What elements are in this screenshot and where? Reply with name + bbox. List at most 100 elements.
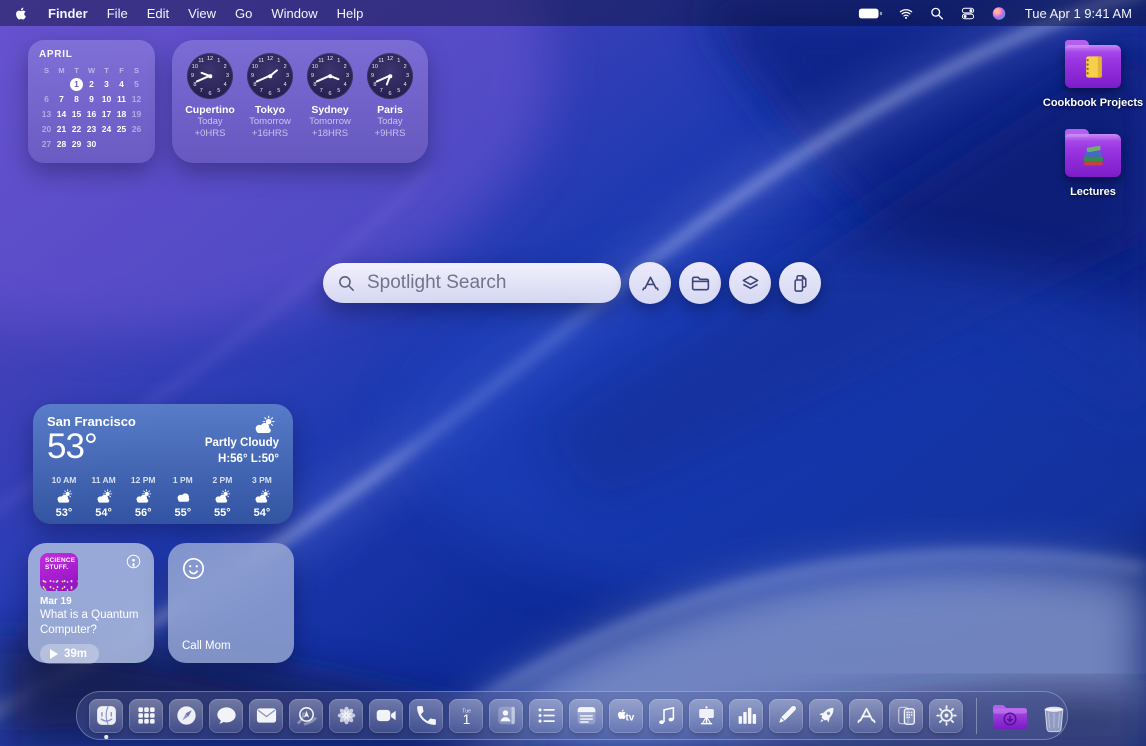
dock-games[interactable]	[809, 699, 843, 733]
wifi-icon[interactable]	[898, 6, 914, 21]
podcast-episode-title: What is a Quantum Computer?	[40, 608, 142, 638]
control-center-icon[interactable]	[960, 6, 976, 21]
search-icon[interactable]	[929, 6, 945, 21]
clock-numeral: 1	[217, 58, 220, 64]
dock-keynote[interactable]	[689, 699, 723, 733]
clock-city-label: Sydney	[301, 104, 359, 116]
cloud-sun-icon	[249, 488, 275, 505]
dock-reminders[interactable]	[529, 699, 563, 733]
clock-numeral: 10	[252, 64, 258, 70]
clock-numeral: 2	[284, 64, 287, 70]
calendar-day-header: F	[114, 65, 129, 76]
clock-numeral: 1	[277, 58, 280, 64]
calendar-day: 23	[84, 122, 99, 136]
menu-item[interactable]: View	[188, 6, 216, 21]
dock-separator	[976, 698, 977, 734]
hour-label: 1 PM	[166, 475, 200, 485]
safari-icon	[169, 699, 203, 733]
dock: Tue1 tv	[76, 691, 1068, 740]
dock-contacts[interactable]	[489, 699, 523, 733]
spotlight-category-button[interactable]	[679, 262, 721, 304]
dock-safari[interactable]	[169, 699, 203, 733]
dock-mail[interactable]	[249, 699, 283, 733]
dock-calendar[interactable]: Tue1	[449, 699, 483, 733]
dock-launchpad[interactable]	[129, 699, 163, 733]
play-icon	[50, 649, 58, 659]
desktop-folder[interactable]: Lectures	[1038, 134, 1146, 198]
apps-a-icon	[639, 272, 662, 295]
dock-maps[interactable]	[289, 699, 323, 733]
menu-item[interactable]: Edit	[147, 6, 169, 21]
menu-item[interactable]: Window	[271, 6, 317, 21]
calendar-day: 9	[84, 92, 99, 106]
clock-offset-label: +9HRS	[361, 128, 419, 140]
clock-numeral: 2	[224, 64, 227, 70]
dock-settings[interactable]	[929, 699, 963, 733]
menu-item[interactable]: Finder	[48, 6, 88, 21]
calendar-day: 28	[54, 137, 69, 151]
clock-day-label: Tomorrow	[301, 116, 359, 128]
hour-temperature: 55°	[205, 507, 239, 519]
clock-numeral: 2	[344, 64, 347, 70]
menu-item[interactable]: Go	[235, 6, 252, 21]
spotlight-category-button[interactable]	[629, 262, 671, 304]
dock-messages[interactable]	[209, 699, 243, 733]
spotlight-category-button[interactable]	[729, 262, 771, 304]
siri-icon[interactable]	[991, 6, 1007, 21]
reminder-widget[interactable]: Call Mom	[168, 543, 294, 663]
clock-day-label: Today	[181, 116, 239, 128]
dock-downloads-folder[interactable]	[990, 699, 1030, 733]
files-folder-icon	[689, 272, 712, 295]
clock-numeral: 8	[313, 82, 316, 88]
hour-label: 11 AM	[87, 475, 121, 485]
clock-offset-label: +16HRS	[241, 128, 299, 140]
appstore-icon	[849, 699, 883, 733]
hour-label: 12 PM	[126, 475, 160, 485]
clock-face: 123456789101112	[247, 53, 293, 99]
podcast-date: Mar 19	[40, 596, 142, 607]
clock-face: 123456789101112	[367, 53, 413, 99]
clock-city-label: Paris	[361, 104, 419, 116]
weather-widget[interactable]: San Francisco 53° Partly Cloudy H:56° L:…	[33, 404, 293, 524]
menu-item[interactable]: Help	[337, 6, 364, 21]
spotlight-search-input[interactable]	[365, 271, 614, 295]
spotlight-search-bar[interactable]	[323, 263, 621, 303]
dock-appstore[interactable]	[849, 699, 883, 733]
battery-icon[interactable]	[858, 6, 883, 21]
dock-trash[interactable]	[1036, 699, 1072, 733]
clock-city-label: Cupertino	[181, 104, 239, 116]
podcast-widget[interactable]: SCIENCE STUFF. Mar 19 What is a Quantum …	[28, 543, 154, 663]
clock-numeral: 4	[224, 82, 227, 88]
podcast-artwork: SCIENCE STUFF.	[40, 553, 78, 591]
dock-finder[interactable]	[89, 699, 123, 733]
dock-notes[interactable]	[569, 699, 603, 733]
dock-photos[interactable]	[329, 699, 363, 733]
dock-facetime[interactable]	[369, 699, 403, 733]
calendar-widget[interactable]: APRIL SMTWTFS 12345678910111213141516171…	[28, 40, 155, 163]
clock-numeral: 4	[344, 82, 347, 88]
dock-music[interactable]	[649, 699, 683, 733]
dock-tv[interactable]: tv	[609, 699, 643, 733]
dock-phone[interactable]	[409, 699, 443, 733]
books-glyph	[1078, 141, 1108, 171]
spotlight-category-button[interactable]	[779, 262, 821, 304]
clock-numeral: 1	[397, 58, 400, 64]
hour-temperature: 56°	[126, 507, 160, 519]
calendar-day	[114, 137, 129, 151]
menubar-clock[interactable]: Tue Apr 1 9:41 AM	[1025, 6, 1132, 21]
calendar-day-header: T	[99, 65, 114, 76]
clock-day-label: Today	[361, 116, 419, 128]
dock-iphone-mirroring[interactable]	[889, 699, 923, 733]
clock-numeral: 8	[193, 82, 196, 88]
menu-item[interactable]: File	[107, 6, 128, 21]
folder-icon	[1065, 134, 1121, 177]
calendar-day: 29	[69, 137, 84, 151]
clock-numeral: 1	[337, 58, 340, 64]
pages-icon	[769, 699, 803, 733]
world-clock-widget[interactable]: 123456789101112 Cupertino Today +0HRS 12…	[172, 40, 428, 163]
desktop-folder[interactable]: Cookbook Projects	[1038, 45, 1146, 109]
dock-numbers[interactable]	[729, 699, 763, 733]
apple-menu[interactable]	[14, 5, 29, 22]
dock-pages[interactable]	[769, 699, 803, 733]
podcast-play-button[interactable]: 39m	[40, 644, 99, 664]
